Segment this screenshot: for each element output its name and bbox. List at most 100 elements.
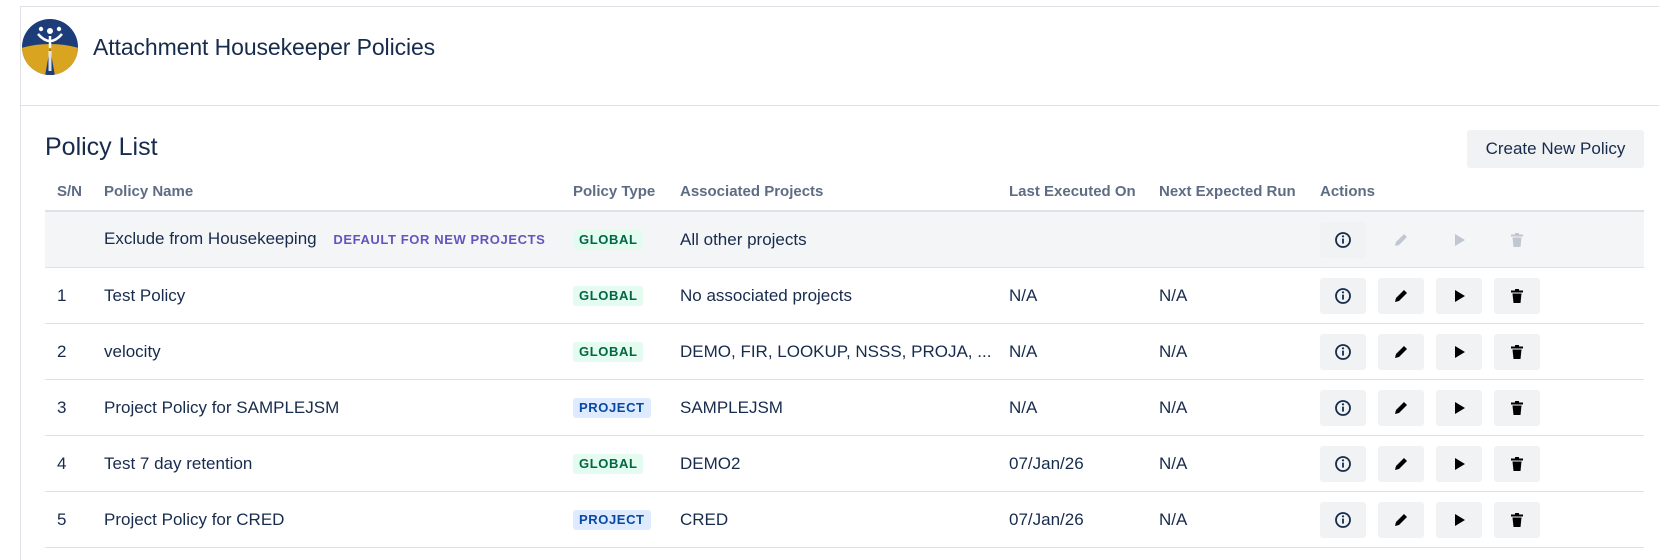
policy-table: S/N Policy Name Policy Type Associated P… [45, 172, 1644, 548]
create-policy-button[interactable]: Create New Policy [1467, 130, 1644, 168]
column-header-sn: S/N [45, 172, 104, 212]
column-header-last-executed: Last Executed On [1009, 172, 1159, 212]
policy-type-lozenge: PROJECT [573, 398, 651, 418]
trash-icon [1511, 456, 1523, 471]
cell-sn [45, 211, 104, 268]
policy-type-lozenge: GLOBAL [573, 286, 644, 306]
edit-button[interactable] [1378, 501, 1424, 538]
info-icon [1335, 511, 1351, 528]
cell-next-run: N/A [1159, 491, 1320, 548]
run-button[interactable] [1436, 277, 1482, 314]
cell-policy-type: GLOBAL [573, 211, 680, 268]
policy-name[interactable]: Test Policy [104, 286, 185, 305]
run-button[interactable] [1436, 501, 1482, 538]
info-button[interactable] [1320, 221, 1366, 258]
cell-next-run [1159, 211, 1320, 268]
cell-actions [1320, 435, 1644, 492]
policy-type-lozenge: GLOBAL [573, 454, 644, 474]
cell-actions [1320, 323, 1644, 380]
info-icon [1335, 343, 1351, 360]
run-button[interactable] [1436, 389, 1482, 426]
cell-sn: 3 [45, 379, 104, 436]
cell-last-executed: N/A [1009, 379, 1159, 436]
cell-associated-projects: CRED [680, 491, 1009, 548]
policy-name[interactable]: Project Policy for SAMPLEJSM [104, 398, 339, 417]
cell-policy-type: PROJECT [573, 379, 680, 436]
policy-name[interactable]: Project Policy for CRED [104, 510, 284, 529]
info-button[interactable] [1320, 389, 1366, 426]
edit-button[interactable] [1378, 333, 1424, 370]
cell-policy-name: Test 7 day retention [104, 435, 573, 492]
table-header-row: S/N Policy Name Policy Type Associated P… [45, 172, 1644, 212]
column-header-policy-type: Policy Type [573, 172, 680, 212]
table-row-default: Exclude from Housekeeping DEFAULT FOR NE… [45, 211, 1644, 268]
run-button[interactable] [1436, 333, 1482, 370]
play-icon [1455, 513, 1465, 526]
play-icon [1455, 457, 1465, 470]
edit-button[interactable] [1378, 445, 1424, 482]
cell-associated-projects: DEMO2 [680, 435, 1009, 492]
edit-button-disabled [1378, 221, 1424, 258]
run-button-disabled [1436, 221, 1482, 258]
play-icon [1455, 289, 1465, 302]
cell-associated-projects: No associated projects [680, 267, 1009, 324]
run-button[interactable] [1436, 445, 1482, 482]
pencil-icon [1395, 457, 1407, 470]
cell-policy-name: velocity [104, 323, 573, 380]
trash-icon [1511, 400, 1523, 415]
pencil-icon [1395, 513, 1407, 526]
column-header-associated-projects: Associated Projects [680, 172, 1009, 212]
cell-sn: 2 [45, 323, 104, 380]
edit-button[interactable] [1378, 277, 1424, 314]
cell-last-executed: 07/Jan/26 [1009, 491, 1159, 548]
delete-button[interactable] [1494, 333, 1540, 370]
column-header-policy-name: Policy Name [104, 172, 573, 212]
info-button[interactable] [1320, 277, 1366, 314]
cell-policy-type: GLOBAL [573, 323, 680, 380]
policy-table-body: Exclude from Housekeeping DEFAULT FOR NE… [45, 211, 1644, 548]
delete-button[interactable] [1494, 277, 1540, 314]
cell-sn: 4 [45, 435, 104, 492]
cell-actions [1320, 211, 1644, 268]
delete-button-disabled [1494, 221, 1540, 258]
policy-type-lozenge: PROJECT [573, 510, 651, 530]
cell-policy-type: GLOBAL [573, 435, 680, 492]
cell-last-executed: N/A [1009, 267, 1159, 324]
cell-policy-type: PROJECT [573, 491, 680, 548]
delete-button[interactable] [1494, 445, 1540, 482]
edit-button[interactable] [1378, 389, 1424, 426]
cell-actions [1320, 379, 1644, 436]
play-icon [1455, 233, 1465, 246]
pencil-icon [1395, 345, 1407, 358]
cell-policy-name: Project Policy for SAMPLEJSM [104, 379, 573, 436]
cell-sn: 1 [45, 267, 104, 324]
cell-policy-name: Project Policy for CRED [104, 491, 573, 548]
pencil-icon [1395, 289, 1407, 302]
section-title: Policy List [45, 133, 158, 161]
app-logo [22, 19, 78, 75]
cell-next-run: N/A [1159, 267, 1320, 324]
delete-button[interactable] [1494, 501, 1540, 538]
info-button[interactable] [1320, 501, 1366, 538]
cell-policy-type: GLOBAL [573, 267, 680, 324]
delete-button[interactable] [1494, 389, 1540, 426]
info-icon [1335, 231, 1351, 248]
policy-type-lozenge: GLOBAL [573, 230, 644, 250]
info-button[interactable] [1320, 445, 1366, 482]
policy-name[interactable]: velocity [104, 342, 161, 361]
info-button[interactable] [1320, 333, 1366, 370]
policy-name[interactable]: Test 7 day retention [104, 454, 252, 473]
table-row: 2 velocity GLOBAL DEMO, FIR, LOOKUP, NSSS, … [45, 323, 1644, 380]
cell-policy-name: Exclude from Housekeeping DEFAULT FOR NE… [104, 211, 573, 268]
cell-policy-name: Test Policy [104, 267, 573, 324]
cell-last-executed [1009, 211, 1159, 268]
cell-associated-projects: All other projects [680, 211, 1009, 268]
cell-next-run: N/A [1159, 323, 1320, 380]
default-badge: DEFAULT FOR NEW PROJECTS [333, 232, 546, 247]
column-header-actions: Actions [1320, 172, 1644, 212]
app-title: Attachment Housekeeper Policies [93, 34, 436, 60]
policy-name[interactable]: Exclude from Housekeeping [104, 229, 317, 248]
pencil-icon [1395, 401, 1407, 414]
cell-last-executed: 07/Jan/26 [1009, 435, 1159, 492]
table-row: 4 Test 7 day retention GLOBAL DEMO2 07/Jan/2… [45, 435, 1644, 492]
